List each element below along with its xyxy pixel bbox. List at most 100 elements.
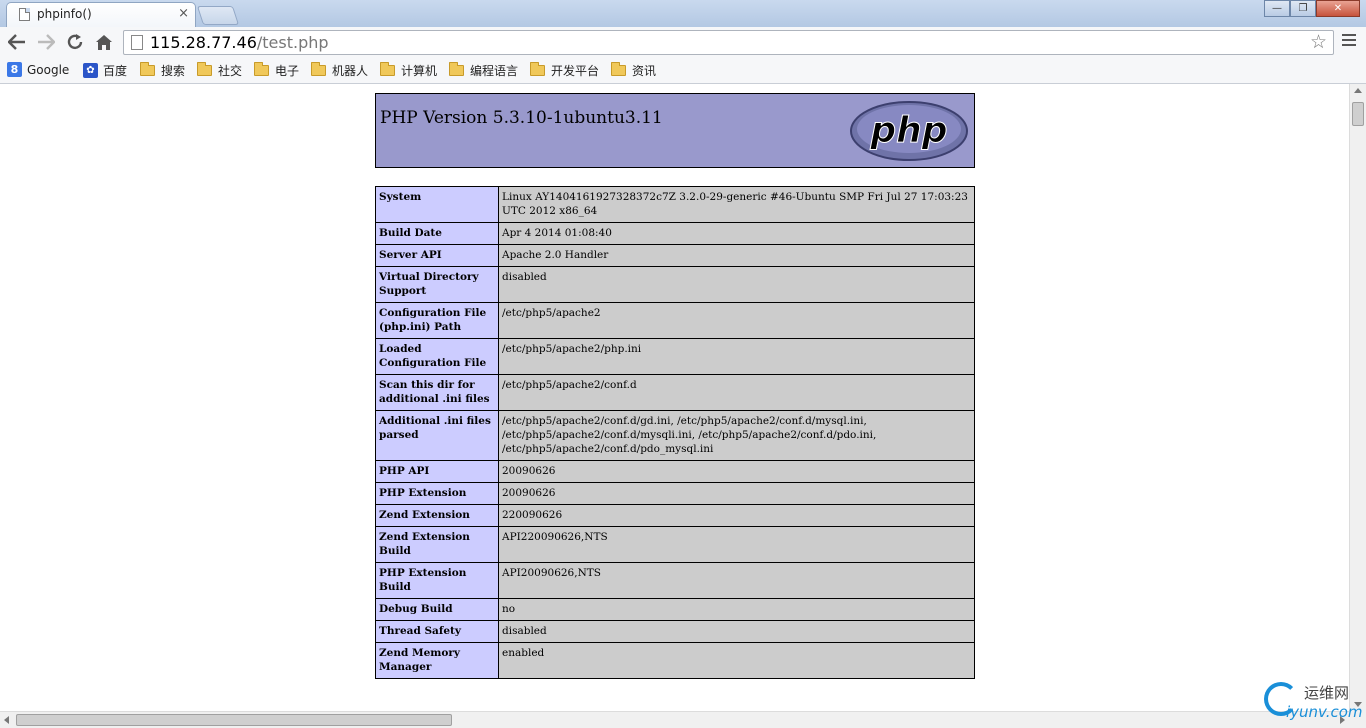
table-row: Zend Extension Build API220090626,NTS	[375, 526, 975, 563]
bookmark-google[interactable]: 8 Google	[7, 62, 69, 77]
new-tab-button[interactable]	[196, 6, 240, 25]
close-window-button[interactable]: ✕	[1316, 0, 1360, 17]
row-value: Apr 4 2014 01:08:40	[498, 222, 975, 245]
row-value: /etc/php5/apache2/conf.d/gd.ini, /etc/ph…	[498, 410, 975, 461]
home-icon[interactable]	[93, 31, 115, 53]
scroll-up-arrow-icon[interactable]	[1354, 88, 1362, 93]
tab-phpinfo[interactable]: phpinfo() ×	[6, 2, 196, 27]
bookmark-label: Google	[27, 62, 70, 77]
vertical-scroll-thumb[interactable]	[1352, 102, 1364, 126]
bookmark-label: 搜索	[161, 64, 186, 78]
table-row: Thread Safety disabled	[375, 620, 975, 643]
url-text[interactable]: 115.28.77.46/test.php	[150, 33, 329, 52]
bookmark-label: 电子	[275, 64, 300, 78]
row-value: Apache 2.0 Handler	[498, 244, 975, 267]
row-key: PHP Extension Build	[375, 562, 499, 599]
row-value: enabled	[498, 642, 975, 679]
table-row: Additional .ini files parsed/etc/php5/ap…	[375, 410, 975, 461]
folder-icon	[380, 62, 395, 76]
table-row: Server API Apache 2.0 Handler	[375, 244, 975, 267]
row-value: disabled	[498, 266, 975, 303]
row-value: /etc/php5/apache2/php.ini	[498, 338, 975, 375]
vertical-scrollbar[interactable]	[1349, 84, 1366, 711]
row-value: disabled	[498, 620, 975, 643]
php-logo-text: php	[869, 110, 947, 151]
row-key: Virtual Directory Support	[375, 266, 499, 303]
table-row: Virtual Directory Support disabled	[375, 266, 975, 303]
table-row: PHP API 20090626	[375, 460, 975, 483]
bookmark-folder-computer[interactable]: 计算机	[380, 62, 437, 79]
php-logo-icon[interactable]: php	[849, 100, 969, 162]
scroll-left-arrow-icon[interactable]	[4, 716, 9, 724]
row-key: Thread Safety	[375, 620, 499, 643]
table-row: Scan this dir for additional .ini files /…	[375, 374, 975, 411]
table-row: Zend Extension 220090626	[375, 504, 975, 527]
bookmark-label: 开发平台	[551, 64, 600, 78]
bookmark-folder-news[interactable]: 资讯	[611, 62, 656, 79]
php-version-header: PHP Version 5.3.10-1ubuntu3.11 php	[375, 93, 975, 168]
title-bar: phpinfo() × — ❐ ✕	[0, 0, 1366, 27]
browser-toolbar: 115.28.77.46/test.php ☆	[0, 27, 1366, 58]
bookmark-label: 百度	[103, 64, 128, 78]
row-value: /etc/php5/apache2/conf.d	[498, 374, 975, 411]
site-watermark: 运维网 iyunv.com	[1262, 680, 1363, 726]
bookmark-folder-devplatform[interactable]: 开发平台	[530, 62, 599, 79]
table-row: Loaded Configuration File/etc/php5/apach…	[375, 338, 975, 375]
window-controls: — ❐ ✕	[1264, 0, 1360, 18]
bookmark-star-icon[interactable]: ☆	[1310, 31, 1327, 53]
bookmark-label: 机器人	[332, 64, 369, 78]
horizontal-scroll-thumb[interactable]	[16, 714, 452, 726]
folder-icon	[449, 62, 464, 76]
watermark-cn-text: 运维网	[1304, 684, 1350, 702]
tab-close-icon[interactable]: ×	[178, 6, 189, 21]
row-value: Linux AY14041619273283​72c7Z 3.2.0-29-ge…	[498, 186, 975, 223]
row-key: Additional .ini files parsed	[375, 410, 499, 461]
row-key: System	[375, 186, 499, 223]
forward-arrow-icon[interactable]	[35, 31, 57, 53]
bookmark-label: 计算机	[401, 64, 438, 78]
row-value: no	[498, 598, 975, 621]
table-row: Configuration File (php.ini) Path/etc/ph…	[375, 302, 975, 339]
row-key: Scan this dir for additional .ini files	[375, 374, 499, 411]
folder-icon	[197, 62, 212, 76]
bookmark-baidu[interactable]: ✿ 百度	[83, 62, 127, 79]
row-value: 20090626	[498, 460, 975, 483]
row-key: Server API	[375, 244, 499, 267]
address-bar[interactable]: 115.28.77.46/test.php ☆	[123, 30, 1334, 55]
row-key: Debug Build	[375, 598, 499, 621]
bookmark-label: 资讯	[632, 64, 657, 78]
reload-icon[interactable]	[64, 31, 86, 53]
row-key: Zend Extension	[375, 504, 499, 527]
minimize-button[interactable]: —	[1264, 0, 1290, 17]
php-info-table: System Linux AY14041619273283​72c7Z 3.2.0…	[375, 186, 975, 679]
horizontal-scrollbar[interactable]	[0, 711, 1349, 728]
bookmark-folder-search[interactable]: 搜索	[140, 62, 185, 79]
row-value: /etc/php5/apache2	[498, 302, 975, 339]
row-key: Zend Memory Manager	[375, 642, 499, 679]
row-key: Loaded Configuration File	[375, 338, 499, 375]
row-value: 220090626	[498, 504, 975, 527]
url-host: 115.28.77.46	[150, 33, 257, 52]
bookmark-folder-social[interactable]: 社交	[197, 62, 242, 79]
page-icon	[19, 8, 30, 21]
row-key: PHP Extension	[375, 482, 499, 505]
maximize-button[interactable]: ❐	[1290, 0, 1316, 17]
bookmark-folder-programming[interactable]: 编程语言	[449, 62, 518, 79]
bookmark-folder-electronics[interactable]: 电子	[254, 62, 299, 79]
page-icon	[131, 35, 143, 50]
table-row: System Linux AY14041619273283​72c7Z 3.2.0…	[375, 186, 975, 223]
bookmark-label: 编程语言	[470, 64, 519, 78]
page-viewport: PHP Version 5.3.10-1ubuntu3.11 php Syste…	[0, 84, 1349, 711]
back-arrow-icon[interactable]	[6, 31, 28, 53]
bookmarks-bar: 8 Google ✿ 百度 搜索 社交 电子 机器人 计算机 编程语言 开发平台…	[0, 58, 1366, 84]
row-value: API20090626,NTS	[498, 562, 975, 599]
menu-icon[interactable]	[1342, 34, 1356, 49]
row-key: Configuration File (php.ini) Path	[375, 302, 499, 339]
row-value: API220090626,NTS	[498, 526, 975, 563]
table-row: PHP Extension Build API20090626,NTS	[375, 562, 975, 599]
bookmark-label: 社交	[218, 64, 243, 78]
bookmark-folder-robot[interactable]: 机器人	[311, 62, 368, 79]
google-icon: 8	[7, 62, 22, 77]
tab-title: phpinfo()	[37, 7, 92, 21]
row-key: Build Date	[375, 222, 499, 245]
